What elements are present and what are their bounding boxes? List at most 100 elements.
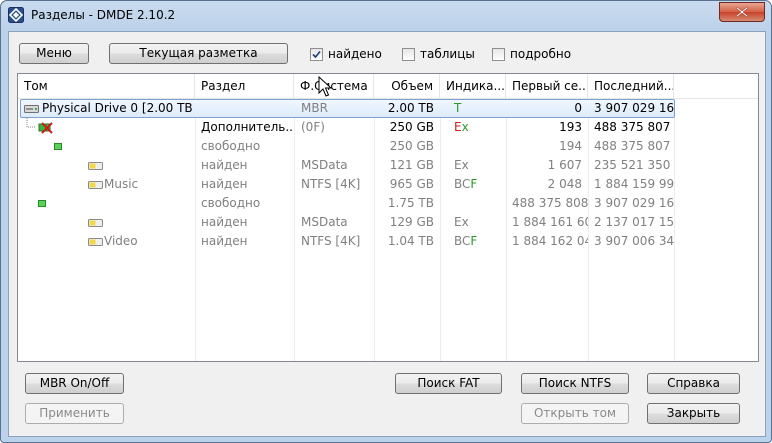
cell-last-sector: 3 907 029 167 — [594, 196, 674, 210]
filter-found-label: найдено — [328, 47, 382, 61]
table-row[interactable]: свободно 250 GB 194 488 375 807 — [18, 137, 758, 156]
cell-filesystem: MBR — [301, 101, 328, 115]
cell-last-sector: 488 375 807 — [594, 120, 671, 134]
cell-last-sector: 2 137 017 158 — [594, 215, 674, 229]
filter-tables-checkbox[interactable]: таблицы — [402, 46, 475, 62]
cell-first-sector: 194 — [559, 139, 582, 153]
table-row[interactable]: Music найден NTFS [4K] 965 GB BCF 2 048 … — [18, 175, 758, 194]
cell-partition: найден — [201, 215, 248, 229]
cell-size: 121 GB — [389, 158, 434, 172]
dmde-partitions-window: Разделы - DMDE 2.10.2 Меню Текущая разме… — [0, 0, 772, 443]
cell-partition: найден — [201, 234, 248, 248]
title-bar: Разделы - DMDE 2.10.2 — [1, 1, 771, 31]
close-icon — [736, 7, 748, 17]
volume-icon — [88, 219, 103, 227]
cell-last-sector: 3 907 029 167 — [594, 101, 674, 115]
column-header-size[interactable]: Объем — [374, 74, 440, 98]
cell-size: 965 GB — [389, 177, 434, 191]
cell-size: 250 GB — [389, 139, 434, 153]
checkbox-box[interactable] — [492, 47, 505, 61]
search-ntfs-button[interactable]: Поиск NTFS — [521, 373, 629, 394]
checkbox-box[interactable] — [402, 47, 415, 61]
checkmark-icon — [312, 50, 321, 58]
indicator-bc: BC — [454, 234, 471, 248]
cell-first-sector: 488 375 808 — [512, 196, 588, 210]
dialog-client-area: Меню Текущая разметка найдено таблицы по… — [8, 31, 766, 437]
window-title: Разделы - DMDE 2.10.2 — [31, 8, 176, 22]
cell-partition: найден — [201, 177, 248, 191]
indicator-e: E — [454, 120, 462, 134]
extended-partition-error-icon — [38, 122, 53, 134]
cell-last-sector: 1 884 159 999 — [594, 177, 674, 191]
open-volume-button[interactable]: Открыть том — [521, 403, 629, 424]
cell-indicator: BCF — [448, 232, 506, 251]
cell-first-sector: 1 607 — [547, 158, 582, 172]
cell-indicator: BCF — [448, 175, 506, 194]
help-button[interactable]: Справка — [647, 373, 740, 394]
cell-size: 1.04 TB — [387, 234, 434, 248]
column-header-filesystem[interactable]: Ф.Система — [294, 74, 374, 98]
cell-filesystem: (0F) — [301, 120, 325, 134]
window-close-button[interactable] — [719, 2, 765, 22]
cell-filesystem: NTFS [4K] — [301, 234, 361, 248]
table-row[interactable]: свободно 1.75 TB 488 375 808 3 907 029 1… — [18, 194, 758, 213]
cell-last-sector: 235 521 350 — [594, 158, 671, 172]
table-row-physical-drive[interactable]: Physical Drive 0 [2.00 TB W... MBR 2.00 … — [18, 99, 758, 118]
cell-first-sector: 0 — [574, 101, 582, 115]
menu-button[interactable]: Меню — [19, 43, 89, 64]
mbr-on-off-button[interactable]: MBR On/Off — [25, 373, 124, 394]
cell-first-sector: 2 048 — [547, 177, 582, 191]
column-header-partition[interactable]: Раздел — [195, 74, 294, 98]
cell-first-sector: 1 884 162 048 — [512, 234, 588, 248]
filter-tables-label: таблицы — [420, 47, 475, 61]
cell-size: 2.00 TB — [387, 101, 434, 115]
checkbox-box[interactable] — [310, 47, 323, 61]
cell-partition: найден — [201, 158, 248, 172]
cell-indicator: Ex — [454, 215, 469, 229]
cell-indicator: Ex — [448, 118, 506, 137]
tree-line-icon — [26, 118, 36, 128]
table-row[interactable]: найден MSData 129 GB Ex 1 884 161 607 2 … — [18, 213, 758, 232]
partitions-table[interactable]: Том Раздел Ф.Система Объем Индика... Пер… — [17, 73, 759, 362]
cell-size: 129 GB — [389, 215, 434, 229]
cell-size: 250 GB — [389, 120, 434, 134]
cell-size: 1.75 TB — [387, 196, 434, 210]
cell-volume: Music — [104, 177, 139, 191]
indicator-f: F — [470, 234, 478, 248]
cell-indicator: T — [454, 101, 462, 115]
column-header-indicators[interactable]: Индика... — [440, 74, 506, 98]
indicator-x: x — [461, 120, 469, 134]
indicator-f: F — [470, 177, 478, 191]
cell-last-sector: 3 907 006 343 — [594, 234, 674, 248]
table-header: Том Раздел Ф.Система Объем Индика... Пер… — [18, 74, 758, 99]
cell-partition: свободно — [201, 196, 261, 210]
indicator-bc: BC — [454, 177, 471, 191]
cell-first-sector: 193 — [559, 120, 582, 134]
volume-icon — [88, 162, 103, 170]
search-fat-button[interactable]: Поиск FAT — [395, 373, 502, 394]
cell-filesystem: MSData — [301, 215, 348, 229]
free-space-icon — [38, 200, 46, 207]
cell-last-sector: 488 375 807 — [594, 139, 671, 153]
table-row[interactable]: найден MSData 121 GB Ex 1 607 235 521 35… — [18, 156, 758, 175]
table-row[interactable]: Дополнитель... (0F) 250 GB Ex 193 488 37… — [18, 118, 758, 137]
mouse-cursor-icon — [318, 76, 332, 97]
cell-partition: свободно — [201, 139, 261, 153]
table-row[interactable]: Video найден NTFS [4K] 1.04 TB BCF 1 884… — [18, 232, 758, 251]
filter-found-checkbox[interactable]: найдено — [310, 46, 382, 62]
close-button[interactable]: Закрыть — [647, 403, 740, 424]
column-header-last-sector[interactable]: Последний... — [588, 74, 674, 98]
dmde-app-icon — [8, 7, 24, 23]
cell-partition: Дополнитель... — [201, 120, 294, 134]
cell-volume: Video — [104, 234, 138, 248]
filter-detailed-checkbox[interactable]: подробно — [492, 46, 571, 62]
current-layout-button[interactable]: Текущая разметка — [109, 43, 288, 64]
filter-detailed-label: подробно — [510, 47, 572, 61]
apply-button[interactable]: Применить — [25, 403, 124, 424]
column-header-volume[interactable]: Том — [18, 74, 195, 98]
free-space-icon — [54, 143, 62, 150]
cell-volume: Physical Drive 0 [2.00 TB W... — [42, 101, 196, 115]
cell-first-sector: 1 884 161 607 — [512, 215, 588, 229]
cell-filesystem: MSData — [301, 158, 348, 172]
column-header-first-sector[interactable]: Первый се... — [506, 74, 588, 98]
